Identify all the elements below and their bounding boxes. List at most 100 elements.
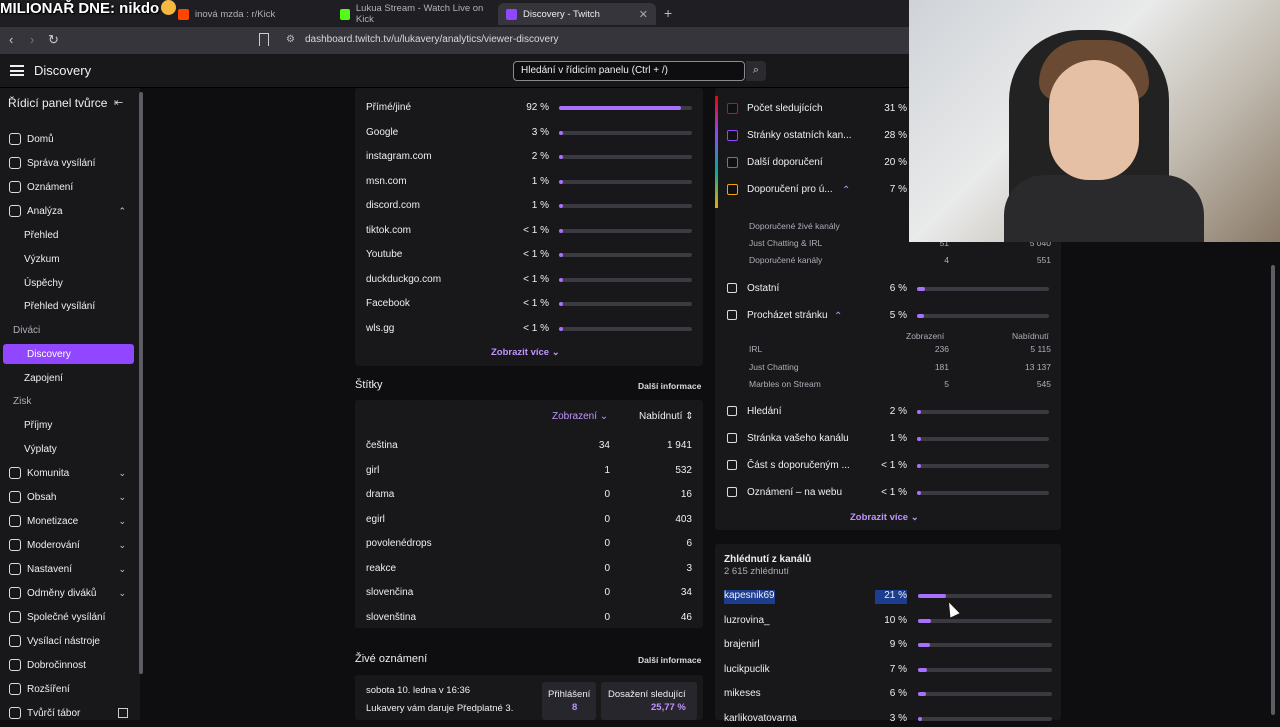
chevron-down-icon[interactable]: ⌄ <box>118 468 126 479</box>
sidebar-item-label: Rozšíření <box>27 683 70 695</box>
notif-date: sobota 10. ledna v 16:36 <box>366 685 471 696</box>
internal-source-name: Procházet stránku <box>747 310 828 321</box>
sidebar-item-2[interactable]: Oznámení <box>0 177 134 197</box>
sub-source-name: Just Chatting & IRL <box>749 238 823 248</box>
category-checkbox[interactable] <box>727 406 737 416</box>
url-field[interactable]: dashboard.twitch.tv/u/lukavery/analytics… <box>305 34 558 45</box>
monetization-icon <box>9 515 21 527</box>
tag-follows: 34 <box>680 587 692 598</box>
sidebar-item-label: Správa vysílání <box>27 157 96 169</box>
sub-source-follows: 545 <box>1036 379 1051 389</box>
sidebar-item-label: Tvůrčí tábor <box>27 707 81 719</box>
reload-icon[interactable]: ↻ <box>48 32 59 48</box>
channel-pct: 10 % <box>884 614 907 626</box>
sidebar-item-14[interactable]: Komunita ⌄ <box>0 463 134 483</box>
tab-label: inová mzda : r/Kick <box>195 8 276 20</box>
external-source-pct: < 1 % <box>523 273 549 285</box>
chevron-down-icon[interactable]: ⌄ <box>118 492 126 503</box>
sidebar-item-20[interactable]: Společné vysílání <box>0 607 134 627</box>
category-checkbox[interactable] <box>727 130 738 141</box>
logins-label: Přihlášení <box>548 689 591 700</box>
sidebar-item-16[interactable]: Monetizace ⌄ <box>0 511 134 531</box>
tags-more-link[interactable]: Další informace <box>638 381 701 391</box>
sidebar-item-21[interactable]: Vysílací nástroje <box>0 631 134 651</box>
chevron-down-icon[interactable]: ⌄ <box>118 540 126 551</box>
browse-col-follows: Nabídnutí <box>1012 331 1049 341</box>
chevron-down-icon[interactable]: ⌄ <box>118 516 126 527</box>
live-notif-more-link[interactable]: Další informace <box>638 655 701 665</box>
site-info-icon[interactable]: ⚙ <box>286 34 295 45</box>
sidebar-item-19[interactable]: Odměny diváků ⌄ <box>0 583 134 603</box>
new-tab-button[interactable]: + <box>664 5 672 21</box>
sidebar-scrollbar[interactable] <box>139 92 143 674</box>
external-source-name: Youtube <box>366 249 403 260</box>
sidebar-item-17[interactable]: Moderování ⌄ <box>0 535 134 555</box>
sidebar-item-4[interactable]: Přehled <box>0 225 134 245</box>
chevron-up-icon[interactable]: ⌃ <box>118 206 126 217</box>
category-checkbox[interactable] <box>727 157 738 168</box>
sidebar-item-0[interactable]: Domů <box>0 129 134 149</box>
internal-source-pct: < 1 % <box>881 487 907 498</box>
channel-name[interactable]: kapesnik69 <box>724 590 775 604</box>
sidebar-item-label: Úspěchy <box>24 277 63 289</box>
chevron-up-icon[interactable]: ⌃ <box>834 311 842 325</box>
tab-kick[interactable]: Lukua Stream - Watch Live on Kick <box>332 3 497 25</box>
sidebar-item-5[interactable]: Výzkum <box>0 249 134 269</box>
sidebar-item-23[interactable]: Rozšíření <box>0 679 134 699</box>
show-more-external-link[interactable]: Zobrazit více ⌄ <box>491 347 560 361</box>
tab-twitch[interactable]: Discovery - Twitch ✕ <box>498 3 656 25</box>
channel-name[interactable]: mikeses <box>724 688 761 702</box>
external-source-bar-fill <box>559 302 563 306</box>
chevron-down-icon[interactable]: ⌄ <box>118 588 126 599</box>
sidebar-item-18[interactable]: Nastavení ⌄ <box>0 559 134 579</box>
collapse-sidebar-icon[interactable]: ⇤ <box>114 96 123 109</box>
sidebar-item-6[interactable]: Úspěchy <box>0 273 134 293</box>
show-more-internal-link[interactable]: Zobrazit více ⌄ <box>850 512 919 526</box>
close-icon[interactable]: ✕ <box>639 8 648 21</box>
sidebar-item-7[interactable]: Přehled vysílání <box>0 296 134 316</box>
external-source-name: wls.gg <box>366 322 395 334</box>
category-checkbox[interactable] <box>727 184 738 195</box>
collab-icon <box>9 611 21 623</box>
sub-source-name: Doporučené kanály <box>749 255 823 265</box>
chevron-up-icon[interactable]: ⌃ <box>842 185 850 199</box>
col-follows-header[interactable]: Nabídnutí ⇕ <box>639 411 694 425</box>
channel-name[interactable]: luzrovina_ <box>724 615 770 629</box>
category-checkbox[interactable] <box>727 310 737 320</box>
internal-source-pct: 2 % <box>889 406 907 417</box>
overlay-text: MILIONAŘ DNE: nikdo <box>0 0 177 17</box>
sidebar-item-15[interactable]: Obsah ⌄ <box>0 487 134 507</box>
main-scrollbar[interactable] <box>1271 265 1275 715</box>
channel-bar <box>918 692 1052 696</box>
sidebar-item-22[interactable]: Dobročinnost <box>0 655 134 675</box>
search-input[interactable]: Hledání v řídicím panelu (Ctrl + /) <box>513 61 745 81</box>
live-notif-panel: sobota 10. ledna v 16:36 Lukavery vám da… <box>355 675 703 720</box>
menu-icon[interactable] <box>10 65 24 76</box>
sidebar-item-9[interactable]: Discovery <box>3 344 134 364</box>
channel-name[interactable]: brajenirl <box>724 639 760 653</box>
category-checkbox[interactable] <box>727 460 737 470</box>
category-checkbox[interactable] <box>727 103 738 114</box>
tag-name: čeština <box>366 440 398 451</box>
col-views-header[interactable]: Zobrazení ⌄ <box>552 411 608 425</box>
search-icon[interactable]: ⌕ <box>746 61 766 81</box>
sidebar-item-24[interactable]: Tvůrčí tábor <box>0 703 134 723</box>
sidebar-item-12[interactable]: Příjmy <box>0 415 134 435</box>
bookmark-icon[interactable] <box>259 33 269 46</box>
category-checkbox[interactable] <box>727 283 737 293</box>
external-link-icon[interactable] <box>118 708 128 718</box>
sidebar-item-1[interactable]: Správa vysílání <box>0 153 134 173</box>
back-icon[interactable]: ‹ <box>9 32 13 47</box>
chevron-down-icon[interactable]: ⌄ <box>118 564 126 575</box>
sidebar-item-10[interactable]: Zapojení <box>0 368 134 388</box>
category-checkbox[interactable] <box>727 487 737 497</box>
forward-icon[interactable]: › <box>30 32 34 47</box>
sidebar-item-13[interactable]: Výplaty <box>0 439 134 459</box>
external-source-name: discord.com <box>366 200 420 211</box>
sidebar-item-3[interactable]: Analýza ⌃ <box>0 201 134 221</box>
category-checkbox[interactable] <box>727 433 737 443</box>
tag-views: 0 <box>604 611 610 623</box>
tab-reddit[interactable]: inová mzda : r/Kick <box>170 3 330 25</box>
channel-name[interactable]: lucikpuclik <box>724 664 770 678</box>
logins-value: 8 <box>572 702 578 713</box>
